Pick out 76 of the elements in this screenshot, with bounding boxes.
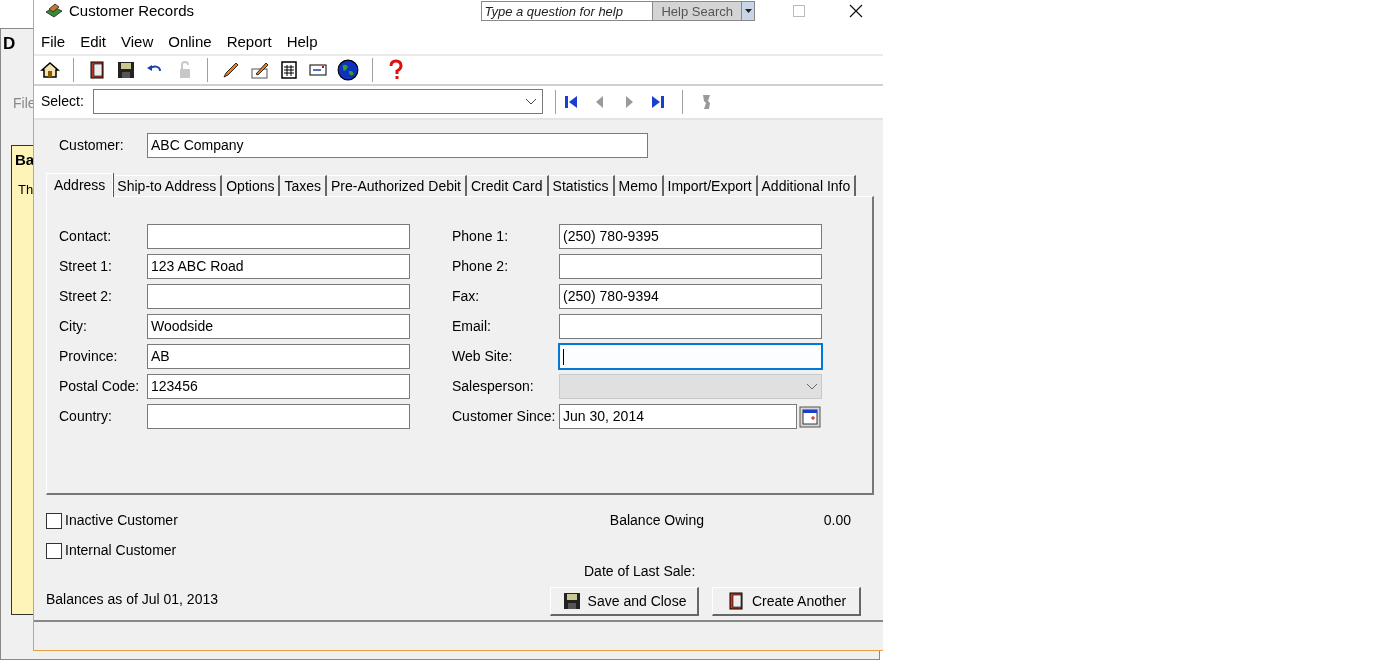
field-label: Fax: xyxy=(452,287,481,306)
input-field[interactable] xyxy=(147,284,410,309)
checkbox[interactable] xyxy=(46,542,62,559)
window-title: Customer Records xyxy=(69,0,195,21)
input-field[interactable]: 123 ABC Road xyxy=(147,254,410,279)
background-title: D xyxy=(3,33,16,55)
calendar-icon[interactable] xyxy=(799,405,821,428)
input-field[interactable] xyxy=(147,404,410,429)
tab[interactable]: Statistics xyxy=(548,175,615,196)
tab[interactable]: Options xyxy=(222,175,281,196)
select-label: Select: xyxy=(41,92,85,112)
field-label: Phone 1: xyxy=(452,227,510,246)
field-label: Province: xyxy=(59,347,119,366)
money-stack-icon xyxy=(44,2,64,20)
field-label: Postal Code: xyxy=(59,377,141,396)
field-label: Web Site: xyxy=(452,347,514,366)
field-label: Phone 2: xyxy=(452,257,510,276)
input-field[interactable]: 123456 xyxy=(147,374,410,399)
menu-item[interactable]: Edit xyxy=(80,30,107,54)
input-field[interactable] xyxy=(559,344,822,369)
pencil-icon[interactable] xyxy=(221,60,241,81)
field-label: Contact: xyxy=(59,227,113,246)
dropdown-button[interactable] xyxy=(741,1,755,21)
balances-as-of-text: Balances as of Jul 01, 2013 xyxy=(46,590,218,609)
input-field[interactable]: (250) 780-9395 xyxy=(559,224,822,249)
tab[interactable]: Pre-Authorized Debit xyxy=(327,175,467,196)
field-label: City: xyxy=(59,317,88,336)
field-label: Customer Since: xyxy=(452,407,557,426)
globe-icon[interactable] xyxy=(337,59,359,82)
field-label: Salesperson: xyxy=(452,377,535,396)
tab[interactable]: Additional Info xyxy=(757,175,857,196)
menu-item[interactable]: Online xyxy=(168,30,212,54)
tab[interactable]: Import/Export xyxy=(663,175,758,196)
menu-item[interactable]: Report xyxy=(226,30,272,54)
input-field[interactable] xyxy=(559,314,822,339)
tab[interactable]: Address xyxy=(46,173,114,197)
input-field[interactable] xyxy=(147,224,410,249)
action-button[interactable]: Save and Close xyxy=(550,587,699,616)
field-label: Email: xyxy=(452,317,492,336)
balance-owing-value: 0.00 xyxy=(823,511,851,528)
customer-field[interactable]: ABC Company xyxy=(147,132,648,158)
input-field[interactable]: AB xyxy=(147,344,410,369)
edit-form-icon[interactable] xyxy=(250,60,270,81)
close-icon[interactable] xyxy=(849,4,863,18)
chevron-down-icon xyxy=(525,97,537,106)
chevron-down-icon xyxy=(806,382,818,391)
input-field[interactable]: (250) 780-9394 xyxy=(559,284,822,309)
background-panel-heading: Ba xyxy=(15,150,35,170)
field-label: Country: xyxy=(59,407,113,426)
background-panel-text: Th xyxy=(18,181,34,199)
help-search-button[interactable]: Help Search xyxy=(653,1,741,21)
caret-icon xyxy=(744,9,752,13)
menu-item[interactable]: File xyxy=(41,30,66,54)
tab[interactable]: Credit Card xyxy=(467,175,549,196)
tab[interactable]: Taxes xyxy=(280,175,328,196)
tab[interactable]: Memo xyxy=(614,175,664,196)
menu-item[interactable]: Help xyxy=(286,30,318,54)
action-button[interactable]: Create Another xyxy=(712,587,861,616)
select-dropdown[interactable] xyxy=(93,89,543,115)
book-icon[interactable] xyxy=(87,60,107,81)
field-label: Street 1: xyxy=(59,257,113,276)
input-field[interactable] xyxy=(559,254,822,279)
home-icon[interactable] xyxy=(40,60,60,81)
checkbox[interactable] xyxy=(46,512,62,529)
field-label: Street 2: xyxy=(59,287,113,306)
input-field[interactable]: Woodside xyxy=(147,314,410,339)
checkbox-label: Internal Customer xyxy=(65,541,177,560)
tab[interactable]: Ship-to Address xyxy=(113,175,223,196)
checkbox-label: Inactive Customer xyxy=(65,511,178,530)
calculator-icon[interactable] xyxy=(279,60,299,81)
date-of-last-sale-label: Date of Last Sale: xyxy=(584,562,696,581)
input-field[interactable]: Jun 30, 2014 xyxy=(559,404,797,429)
help-question-field[interactable]: Type a question for help xyxy=(481,1,654,21)
balance-owing-label: Balance Owing xyxy=(609,511,704,528)
menu-item[interactable]: View xyxy=(121,30,154,54)
customer-label: Customer: xyxy=(59,135,125,155)
